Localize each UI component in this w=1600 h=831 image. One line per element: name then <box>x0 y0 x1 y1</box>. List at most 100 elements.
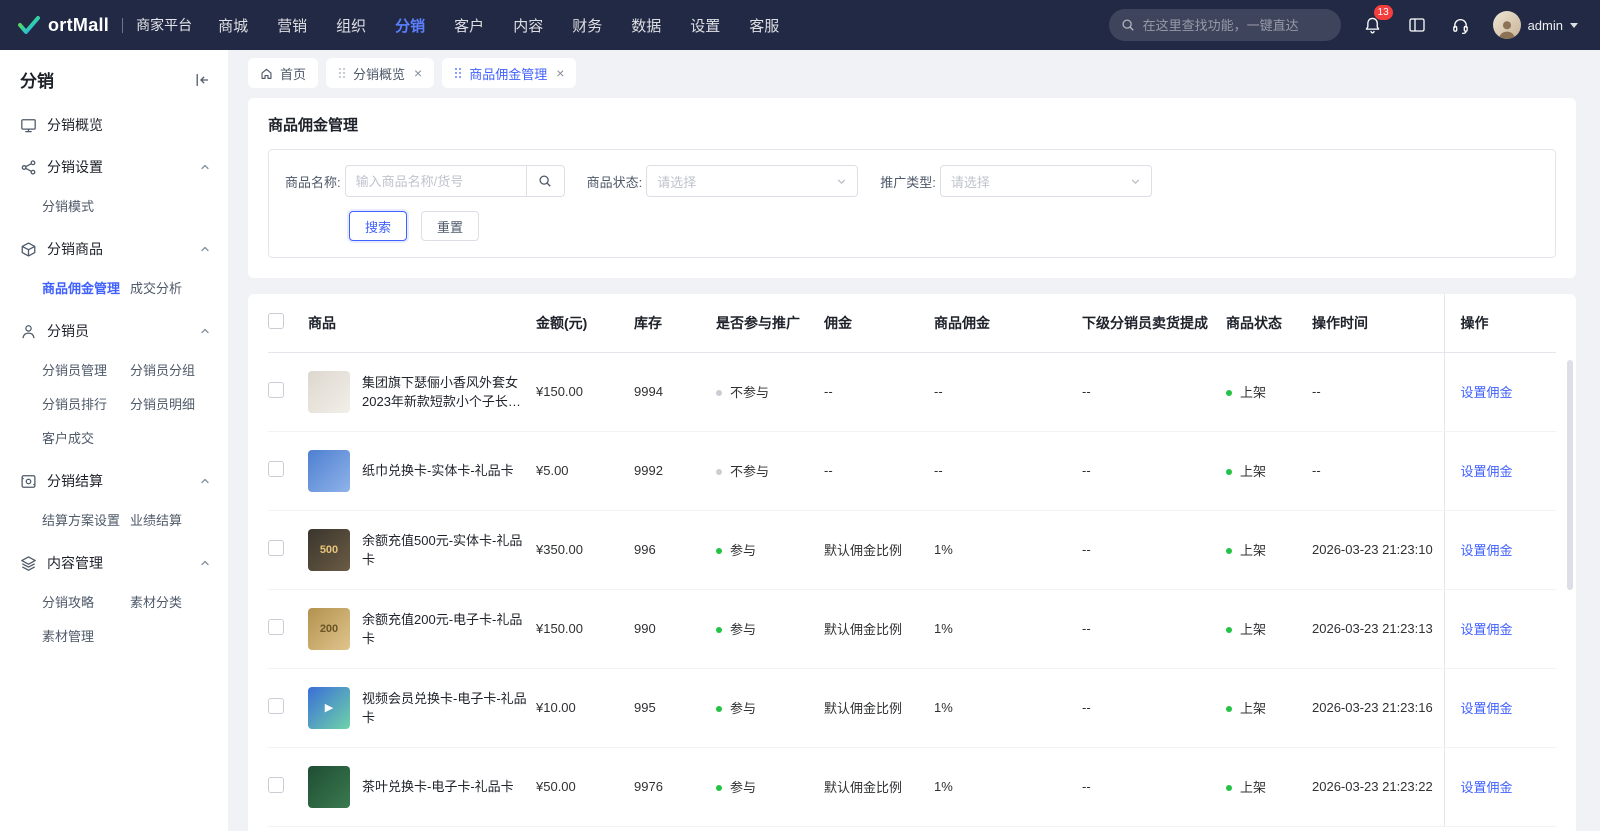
checkbox-cell <box>268 431 308 510</box>
product: 200余额充值200元-电子卡-礼品卡 <box>308 608 528 650</box>
select-all-checkbox[interactable] <box>268 313 284 329</box>
chevron-down-icon <box>1130 176 1141 187</box>
time-cell: 2026-03-23 21:23:10 <box>1312 510 1444 589</box>
set-commission-link[interactable]: 设置佣金 <box>1461 385 1513 400</box>
promote-label: 参与 <box>730 780 756 795</box>
topnav-item-9[interactable]: 设置 <box>690 15 720 36</box>
sidebar-group-goods[interactable]: 分销商品 <box>0 228 228 270</box>
close-icon[interactable]: × <box>556 66 564 80</box>
topnav-item-10[interactable]: 客服 <box>749 15 779 36</box>
sidebar-group-share[interactable]: 分销设置 <box>0 146 228 188</box>
action-cell: 设置佣金 <box>1444 510 1556 589</box>
sidebar-item-2-1[interactable]: 成交分析 <box>130 270 228 304</box>
set-commission-link[interactable]: 设置佣金 <box>1461 464 1513 479</box>
row-checkbox[interactable] <box>268 382 284 398</box>
set-commission-link[interactable]: 设置佣金 <box>1461 701 1513 716</box>
tab-1[interactable]: 首页 <box>248 58 318 88</box>
product-cell: 茶叶兑换卡-电子卡-礼品卡 <box>308 747 536 826</box>
sidebar-group-settle[interactable]: 分销结算 <box>0 460 228 502</box>
sidebar-group-label: 分销概览 <box>47 115 103 135</box>
sidebar-item-2-0[interactable]: 商品佣金管理 <box>42 270 130 304</box>
tab-3[interactable]: 商品佣金管理× <box>442 58 576 88</box>
table-scrollbar[interactable] <box>1567 360 1573 590</box>
sidebar-item-5-2[interactable]: 素材管理 <box>42 618 130 652</box>
sidebar-menu: 分销概览分销设置分销模式分销商品商品佣金管理成交分析分销员分销员管理分销员分组分… <box>0 104 228 658</box>
row-checkbox[interactable] <box>268 777 284 793</box>
product-name-input[interactable] <box>345 165 527 197</box>
row-checkbox[interactable] <box>268 698 284 714</box>
sidebar-collapse-button[interactable] <box>194 72 210 88</box>
workbench-button[interactable] <box>1405 13 1429 37</box>
promote-label: 参与 <box>730 701 756 716</box>
topnav-item-3[interactable]: 组织 <box>336 15 366 36</box>
reset-button[interactable]: 重置 <box>421 211 479 241</box>
product-status-select[interactable]: 请选择 <box>646 165 858 197</box>
set-commission-link[interactable]: 设置佣金 <box>1461 622 1513 637</box>
goods-icon <box>20 241 37 258</box>
topnav-item-4[interactable]: 分销 <box>395 15 425 36</box>
promo-type-select[interactable]: 请选择 <box>940 165 1152 197</box>
sidebar-item-4-1[interactable]: 业绩结算 <box>130 502 228 536</box>
sidebar-item-5-0[interactable]: 分销攻略 <box>42 584 130 618</box>
stock-cell: 9976 <box>634 747 716 826</box>
commission-cell: 默认佣金比例 <box>824 668 934 747</box>
brand: ortMall 商家平台 <box>18 15 192 36</box>
sidebar-group-overview[interactable]: 分销概览 <box>0 104 228 146</box>
amount-cell: ¥50.00 <box>536 747 634 826</box>
product: ▶视频会员兑换卡-电子卡-礼品卡 <box>308 687 528 729</box>
sidebar-item-3-1[interactable]: 分销员分组 <box>130 352 228 386</box>
topnav-item-5[interactable]: 客户 <box>454 15 484 36</box>
status-cell: 上架 <box>1226 589 1312 668</box>
status-dot <box>716 785 722 791</box>
topnav-item-6[interactable]: 内容 <box>513 15 543 36</box>
topnav-item-2[interactable]: 营销 <box>277 15 307 36</box>
sidebar-item-4-0[interactable]: 结算方案设置 <box>42 502 130 536</box>
brand-logo-icon <box>18 16 40 34</box>
global-search[interactable] <box>1109 9 1341 41</box>
status-cell: 上架 <box>1226 747 1312 826</box>
promote-cell: 参与 <box>716 747 824 826</box>
sidebar-group-label: 分销员 <box>47 321 89 341</box>
row-checkbox[interactable] <box>268 540 284 556</box>
sidebar-item-3-0[interactable]: 分销员管理 <box>42 352 130 386</box>
sidebar-item-3-3[interactable]: 分销员明细 <box>130 386 228 420</box>
status-cell: 上架 <box>1226 510 1312 589</box>
commission-cell: 默认佣金比例 <box>824 510 934 589</box>
member-icon <box>20 323 37 340</box>
column-header: 库存 <box>634 294 716 352</box>
sidebar-group-member[interactable]: 分销员 <box>0 310 228 352</box>
sidebar-item-3-4[interactable]: 客户成交 <box>42 420 130 454</box>
close-icon[interactable]: × <box>414 66 422 80</box>
notifications-button[interactable]: 13 <box>1361 13 1385 37</box>
status-label: 上架 <box>1240 780 1266 795</box>
set-commission-link[interactable]: 设置佣金 <box>1461 543 1513 558</box>
user-menu[interactable]: admin <box>1493 11 1578 39</box>
topnav-item-7[interactable]: 财务 <box>572 15 602 36</box>
promote-cell: 不参与 <box>716 431 824 510</box>
topnav-item-8[interactable]: 数据 <box>631 15 661 36</box>
brand-suffix: 商家平台 <box>136 15 192 35</box>
global-search-input[interactable] <box>1143 18 1329 33</box>
product-commission-cell: -- <box>934 352 1082 431</box>
row-checkbox[interactable] <box>268 619 284 635</box>
search-icon-button[interactable] <box>527 165 565 197</box>
checkbox-cell <box>268 747 308 826</box>
brand-divider <box>122 18 123 33</box>
sidebar-group-content[interactable]: 内容管理 <box>0 542 228 584</box>
row-checkbox[interactable] <box>268 461 284 477</box>
sidebar-item-1-0[interactable]: 分销模式 <box>42 188 130 222</box>
customer-service-button[interactable] <box>1449 13 1473 37</box>
sidebar-item-3-2[interactable]: 分销员排行 <box>42 386 130 420</box>
table-header-row: 商品金额(元)库存是否参与推广佣金商品佣金下级分销员卖货提成商品状态操作时间操作 <box>268 294 1556 352</box>
status-label: 上架 <box>1240 701 1266 716</box>
sidebar-item-5-1[interactable]: 素材分类 <box>130 584 228 618</box>
status-cell: 上架 <box>1226 668 1312 747</box>
product-thumbnail: ▶ <box>308 687 350 729</box>
main-area: 首页分销概览×商品佣金管理× 商品佣金管理 商品名称: <box>228 50 1600 831</box>
sub-commission-cell: -- <box>1082 589 1226 668</box>
search-button[interactable]: 搜索 <box>349 211 407 241</box>
tab-2[interactable]: 分销概览× <box>326 58 434 88</box>
topnav-item-1[interactable]: 商城 <box>218 15 248 36</box>
set-commission-link[interactable]: 设置佣金 <box>1461 780 1513 795</box>
checkbox-cell <box>268 668 308 747</box>
